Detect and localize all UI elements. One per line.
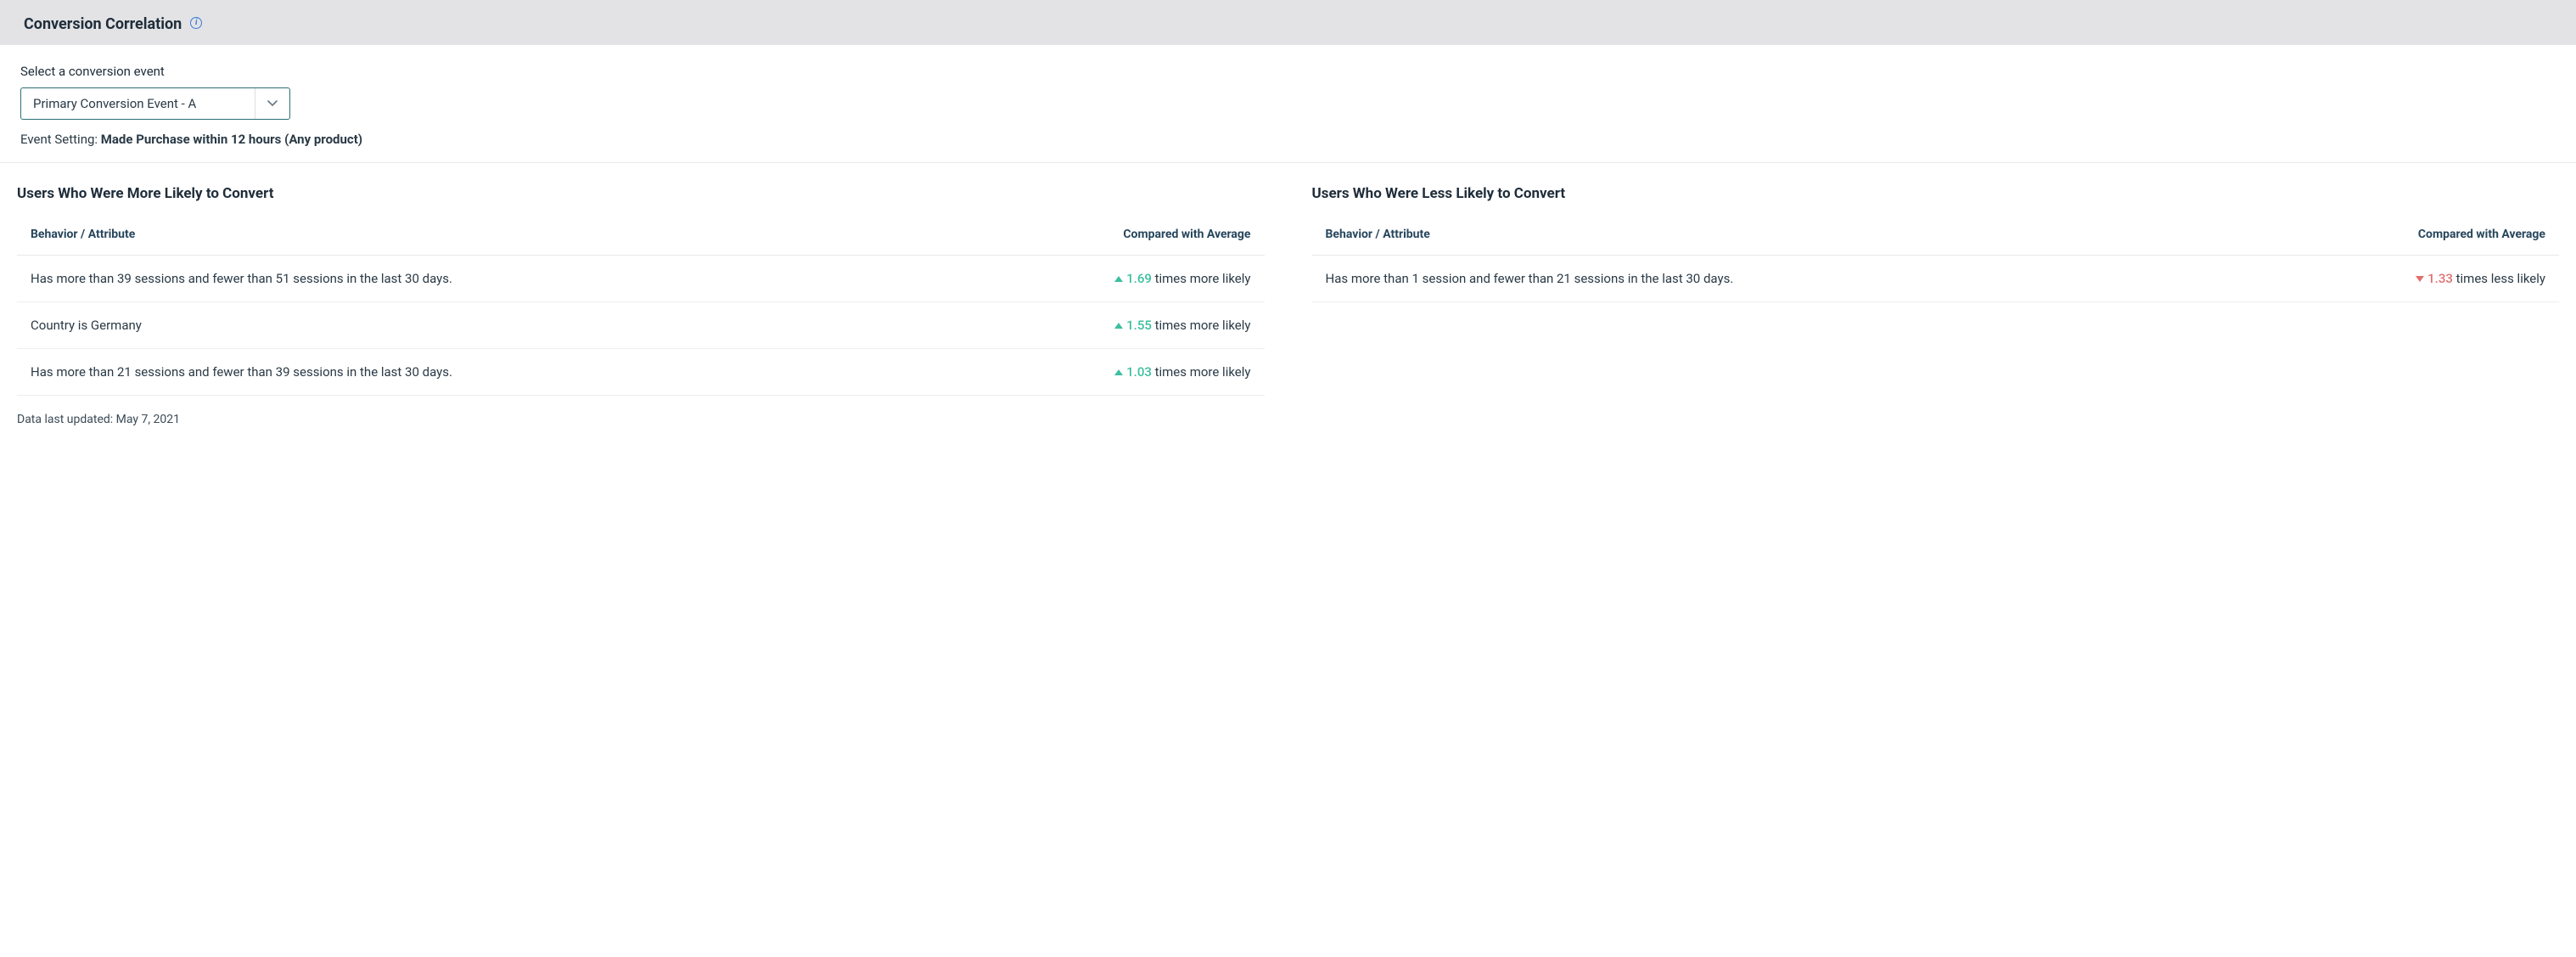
chevron-down-icon (255, 88, 289, 119)
less-likely-panel: Users Who Were Less Likely to Convert Be… (1312, 185, 2560, 302)
compared-suffix: times more likely (1152, 318, 1251, 333)
info-icon[interactable]: i (190, 17, 202, 29)
compared-value: 1.03 (1126, 364, 1152, 380)
compared-cell: 1.69 times more likely (932, 256, 1265, 302)
data-last-updated: Data last updated: May 7, 2021 (0, 403, 2576, 450)
more-likely-table: Behavior / Attribute Compared with Avera… (17, 214, 1265, 396)
behavior-cell: Has more than 1 session and fewer than 2… (1312, 256, 2229, 302)
col-behavior-header: Behavior / Attribute (17, 214, 932, 256)
table-row: Has more than 21 sessions and fewer than… (17, 349, 1265, 396)
table-row: Has more than 1 session and fewer than 2… (1312, 256, 2560, 302)
col-compared-header: Compared with Average (2229, 214, 2559, 256)
compared-value: 1.55 (1126, 318, 1152, 333)
compared-suffix: times more likely (1152, 271, 1251, 286)
compared-suffix: times less likely (2453, 271, 2545, 286)
behavior-cell: Has more than 21 sessions and fewer than… (17, 349, 932, 396)
col-behavior-header: Behavior / Attribute (1312, 214, 2229, 256)
conversion-event-select[interactable]: Primary Conversion Event - A (20, 87, 290, 120)
compared-value: 1.69 (1126, 271, 1152, 286)
controls-section: Select a conversion event Primary Conver… (0, 45, 2576, 163)
page-title: Conversion Correlation (24, 15, 182, 33)
panels-container: Users Who Were More Likely to Convert Be… (0, 163, 2576, 403)
compared-cell: 1.33 times less likely (2229, 256, 2559, 302)
compared-value: 1.33 (2427, 271, 2453, 286)
table-row: Has more than 39 sessions and fewer than… (17, 256, 1265, 302)
arrow-up-icon (1114, 323, 1123, 329)
arrow-up-icon (1114, 276, 1123, 282)
col-compared-header: Compared with Average (932, 214, 1265, 256)
event-setting-prefix: Event Setting: (20, 132, 101, 147)
compared-cell: 1.03 times more likely (932, 349, 1265, 396)
arrow-down-icon (2416, 276, 2424, 282)
conversion-event-label: Select a conversion event (20, 64, 2556, 79)
event-setting-value: Made Purchase within 12 hours (Any produ… (101, 132, 362, 147)
arrow-up-icon (1114, 369, 1123, 375)
header-bar: Conversion Correlation i (0, 0, 2576, 45)
compared-cell: 1.55 times more likely (932, 302, 1265, 349)
conversion-event-select-value: Primary Conversion Event - A (21, 88, 255, 119)
behavior-cell: Country is Germany (17, 302, 932, 349)
more-likely-panel: Users Who Were More Likely to Convert Be… (17, 185, 1265, 396)
behavior-cell: Has more than 39 sessions and fewer than… (17, 256, 932, 302)
event-setting-line: Event Setting: Made Purchase within 12 h… (20, 132, 2556, 147)
more-likely-panel-title: Users Who Were More Likely to Convert (17, 185, 1265, 202)
table-row: Country is Germany 1.55 times more likel… (17, 302, 1265, 349)
compared-suffix: times more likely (1152, 364, 1251, 380)
less-likely-panel-title: Users Who Were Less Likely to Convert (1312, 185, 2560, 202)
less-likely-table: Behavior / Attribute Compared with Avera… (1312, 214, 2560, 302)
